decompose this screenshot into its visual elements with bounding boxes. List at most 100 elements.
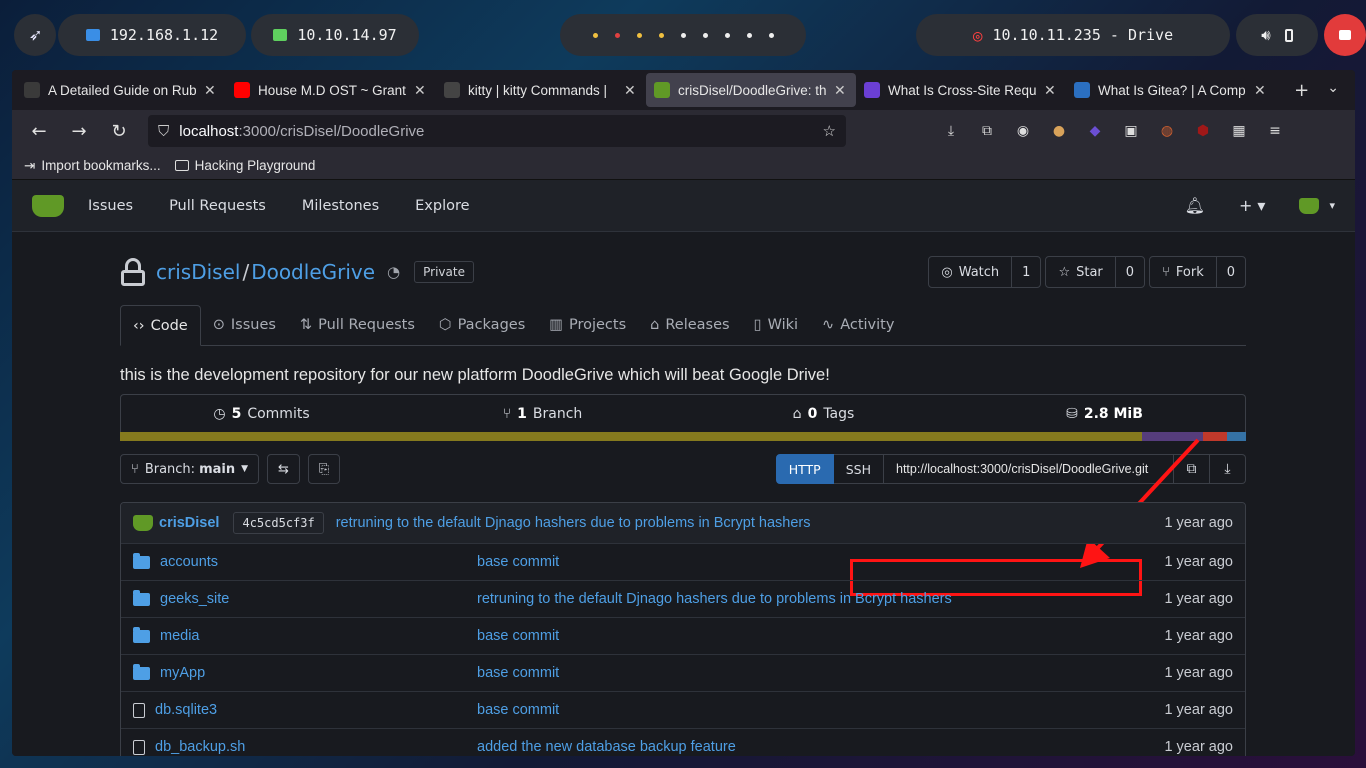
close-icon[interactable]: ✕ xyxy=(624,82,638,99)
workspace-dot[interactable] xyxy=(614,32,620,38)
foxyproxy-icon[interactable]: ◉ xyxy=(1012,120,1034,142)
vpn-ip-widget[interactable]: 10.10.14.97 xyxy=(251,14,419,56)
bookmark-folder[interactable]: Hacking Playground xyxy=(174,158,315,173)
reload-button[interactable]: ↻ xyxy=(102,116,136,146)
browser-tab[interactable]: What Is Cross-Site Requ ✕ xyxy=(856,73,1066,107)
file-row[interactable]: media base commit 1 year ago xyxy=(121,617,1245,654)
file-name-link[interactable]: media xyxy=(160,628,200,644)
hackbar-icon[interactable]: ◆ xyxy=(1084,120,1106,142)
file-name-link[interactable]: accounts xyxy=(160,554,218,570)
repo-owner-link[interactable]: crisDisel xyxy=(156,260,240,284)
tab-projects[interactable]: ▥ Projects xyxy=(537,305,638,345)
file-row[interactable]: myApp base commit 1 year ago xyxy=(121,654,1245,691)
rss-icon[interactable]: ◔ xyxy=(387,263,400,281)
repo-name-link[interactable]: DoodleGrive xyxy=(251,260,375,284)
branch-dropdown[interactable]: ⑂ Branch: main ▼ xyxy=(120,454,260,484)
wappalyzer-icon[interactable]: ▣ xyxy=(1120,120,1142,142)
file-commit-message[interactable]: base commit xyxy=(477,665,1164,681)
workspace-dot[interactable] xyxy=(724,32,730,38)
cookie-icon[interactable]: ● xyxy=(1048,120,1070,142)
tab-code[interactable]: ‹› Code xyxy=(120,305,201,346)
workspace-dot[interactable] xyxy=(768,32,774,38)
file-name-link[interactable]: myApp xyxy=(160,665,205,681)
close-icon[interactable]: ✕ xyxy=(204,82,218,99)
tab-packages[interactable]: ⬡ Packages xyxy=(427,305,537,345)
clone-http-button[interactable]: HTTP xyxy=(775,454,834,484)
new-tab-icon[interactable]: + xyxy=(1294,80,1309,101)
file-name-link[interactable]: geeks_site xyxy=(160,591,229,607)
workspace-dot[interactable] xyxy=(636,32,642,38)
back-button[interactable]: ← xyxy=(22,116,56,146)
commits-stat[interactable]: ◷ 5 Commits xyxy=(121,406,402,422)
star-button[interactable]: ☆ Star 0 xyxy=(1045,256,1146,288)
file-name-link[interactable]: db_backup.sh xyxy=(155,739,245,755)
language-segment[interactable] xyxy=(1226,432,1246,441)
workspace-dot[interactable] xyxy=(746,32,752,38)
ublock-icon[interactable]: ⬢ xyxy=(1192,120,1214,142)
workspace-dot[interactable] xyxy=(592,32,598,38)
tab-activity[interactable]: ∿ Activity xyxy=(810,305,906,345)
tags-stat[interactable]: ⌂ 0 Tags xyxy=(683,406,964,422)
workspace-switcher[interactable] xyxy=(560,14,806,56)
close-icon[interactable]: ✕ xyxy=(414,82,428,99)
tab-pull-requests[interactable]: ⇅ Pull Requests xyxy=(288,305,427,345)
battery-icon[interactable] xyxy=(1284,28,1293,42)
create-menu-button[interactable]: + ▾ xyxy=(1239,196,1266,215)
fork-count[interactable]: 0 xyxy=(1217,257,1245,287)
tampermonkey-icon[interactable]: ◍ xyxy=(1156,120,1178,142)
commit-sha[interactable]: 4c5cd5cf3f xyxy=(233,512,324,534)
target-widget[interactable]: ◎ 10.10.11.235 - Drive xyxy=(916,14,1230,56)
commit-message[interactable]: retruning to the default Djnago hashers … xyxy=(336,515,1165,531)
branch-stat[interactable]: ⑂ 1 Branch xyxy=(402,406,683,422)
nav-milestones[interactable]: Milestones xyxy=(302,198,379,214)
file-commit-message[interactable]: base commit xyxy=(477,554,1164,570)
workspace-dot[interactable] xyxy=(702,32,708,38)
forward-button[interactable]: → xyxy=(62,116,96,146)
file-commit-message[interactable]: retruning to the default Djnago hashers … xyxy=(477,591,1164,607)
user-menu-button[interactable]: ▾ xyxy=(1299,197,1335,214)
fork-button[interactable]: ⑂ Fork 0 xyxy=(1149,256,1246,288)
bookmark-star-icon[interactable]: ☆ xyxy=(823,122,836,140)
workspace-dot[interactable] xyxy=(680,32,686,38)
tab-issues[interactable]: ⊙ Issues xyxy=(201,305,288,345)
local-ip-widget[interactable]: 192.168.1.12 xyxy=(58,14,246,56)
close-icon[interactable]: ✕ xyxy=(834,82,848,99)
file-row[interactable]: db.sqlite3 base commit 1 year ago xyxy=(121,691,1245,728)
menu-icon[interactable]: ≡ xyxy=(1264,120,1286,142)
power-button[interactable] xyxy=(1324,14,1366,56)
language-segment[interactable] xyxy=(120,432,1143,441)
browser-tab[interactable]: House M.D OST ~ Grant ✕ xyxy=(226,73,436,107)
list-tabs-icon[interactable]: ⌄ xyxy=(1327,80,1339,101)
browser-tab[interactable]: A Detailed Guide on Rub ✕ xyxy=(16,73,226,107)
tab-releases[interactable]: ⌂ Releases xyxy=(638,305,741,345)
file-commit-message[interactable]: base commit xyxy=(477,628,1164,644)
browser-tab[interactable]: crisDisel/DoodleGrive: th ✕ xyxy=(646,73,856,107)
file-name-link[interactable]: db.sqlite3 xyxy=(155,702,217,718)
extensions-puzzle-icon[interactable]: ⧉ xyxy=(976,120,998,142)
close-icon[interactable]: ✕ xyxy=(1254,82,1268,99)
close-icon[interactable]: ✕ xyxy=(1044,82,1058,99)
go-to-file-button[interactable]: ⎘ xyxy=(307,454,341,484)
watch-count[interactable]: 1 xyxy=(1012,257,1040,287)
tab-wiki[interactable]: ▯ Wiki xyxy=(742,305,810,345)
gitea-logo-icon[interactable] xyxy=(32,194,64,217)
qr-code-icon[interactable]: ▦ xyxy=(1228,120,1250,142)
app-launcher-button[interactable]: ➶ xyxy=(14,14,56,56)
file-commit-message[interactable]: added the new database backup feature xyxy=(477,739,1164,755)
watch-button[interactable]: ◎ Watch 1 xyxy=(928,256,1042,288)
browser-tab[interactable]: What Is Gitea? | A Comp ✕ xyxy=(1066,73,1276,107)
file-row[interactable]: geeks_site retruning to the default Djnag… xyxy=(121,580,1245,617)
browser-tab[interactable]: kitty | kitty Commands | ✕ xyxy=(436,73,646,107)
star-count[interactable]: 0 xyxy=(1116,257,1144,287)
address-bar[interactable]: ⛉ localhost:3000/crisDisel/DoodleGrive ☆ xyxy=(148,115,846,147)
bookmark-import[interactable]: ⇥ Import bookmarks... xyxy=(24,158,161,174)
shield-icon[interactable]: ⛉ xyxy=(158,123,169,140)
nav-issues[interactable]: Issues xyxy=(88,198,133,214)
file-commit-message[interactable]: base commit xyxy=(477,702,1164,718)
workspace-dot[interactable] xyxy=(658,32,664,38)
bell-icon[interactable]: 🔔︎ xyxy=(1185,196,1205,215)
nav-explore[interactable]: Explore xyxy=(415,198,469,214)
file-row[interactable]: db_backup.sh added the new database backu… xyxy=(121,728,1245,756)
system-tray[interactable]: 🔊︎ xyxy=(1236,14,1318,56)
compare-button[interactable]: ⇆ xyxy=(267,454,300,484)
